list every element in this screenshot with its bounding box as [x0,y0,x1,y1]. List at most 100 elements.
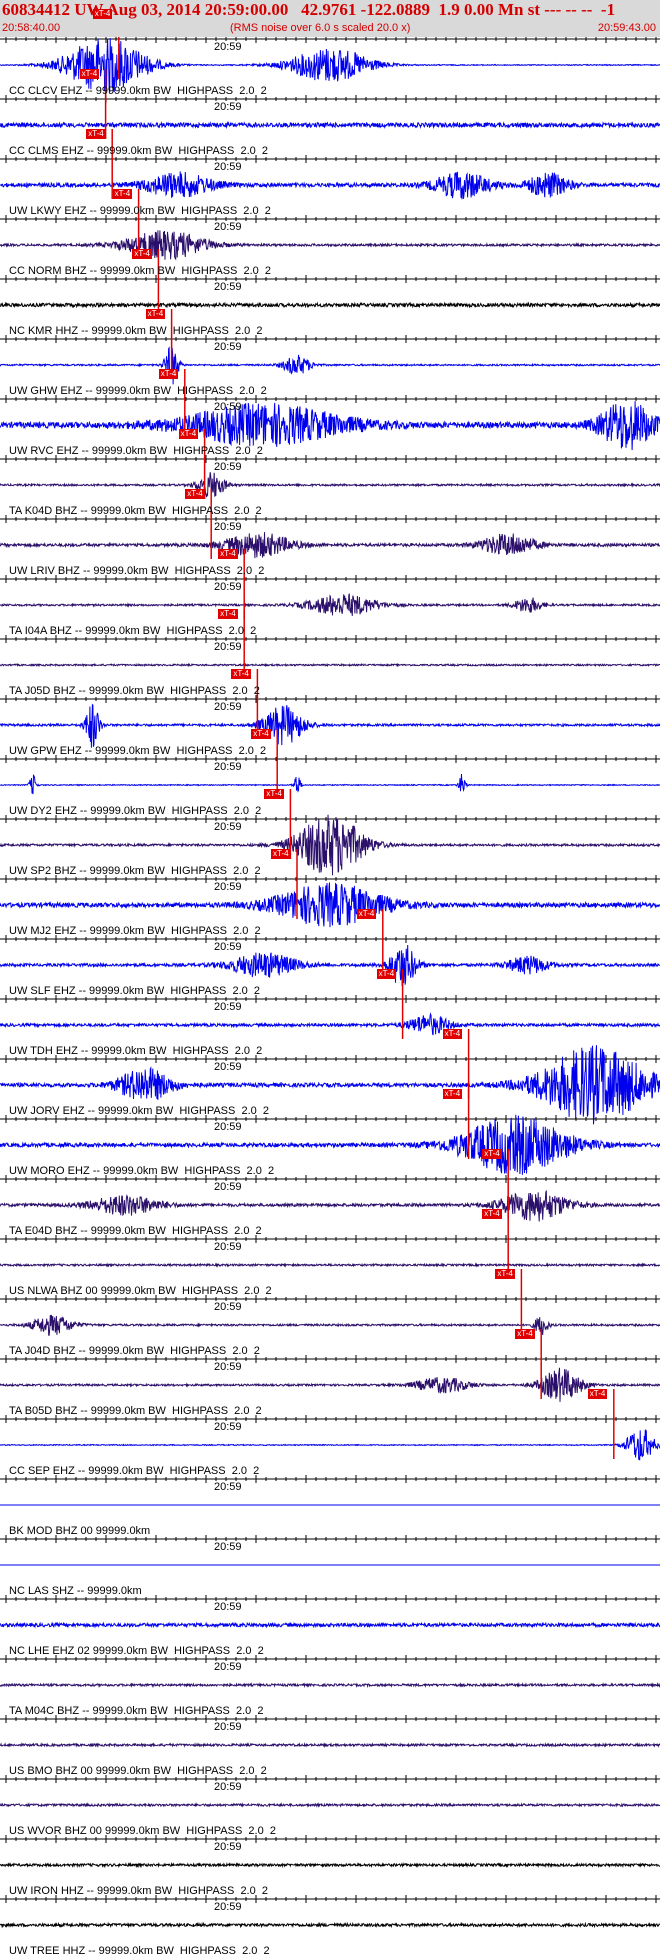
pick-marker: xT-4 [158,369,179,379]
minute-label: 20:59 [214,1241,242,1253]
channel-label: UW SP2 BHZ -- 99999.0km BW HIGHPASS 2.0 … [9,865,261,877]
waveform-trace [0,944,660,987]
waveform-trace [0,703,660,748]
waveform-trace [0,1262,660,1268]
minute-label: 20:59 [214,341,242,353]
pick-marker: xT-4 [145,309,166,319]
channel-label: CC SEP EHZ -- 99999.0km BW HIGHPASS 2.0 … [9,1465,260,1477]
pick-marker: xT-4 [92,9,113,19]
minute-label: 20:59 [214,521,242,533]
waveform-trace [0,1012,660,1036]
pick-marker: xT-4 [185,489,205,499]
channel-label: UW GHW EHZ -- 99999.0km BW HIGHPASS 2.0 … [9,385,267,397]
channel-label: US BMO BHZ 00 99999.0km BW HIGHPASS 2.0 … [9,1765,267,1777]
minute-label: 20:59 [214,161,242,173]
channel-label: UW MORO EHZ -- 99999.0km BW HIGHPASS 2.0… [9,1165,275,1177]
minute-label: 20:59 [214,1601,242,1613]
minute-label: 20:59 [214,1061,242,1073]
minute-label: 20:59 [214,701,242,713]
minute-label: 20:59 [214,941,242,953]
minute-label: 20:59 [214,101,242,113]
waveform-trace [0,1921,660,1929]
pick-marker: xT-4 [271,849,291,859]
minute-label: 20:59 [214,821,242,833]
channel-label: UW LRIV BHZ -- 99999.0km BW HIGHPASS 2.0… [9,565,265,577]
channel-label: CC NORM BHZ -- 99999.0km BW HIGHPASS 2.0… [9,265,272,277]
pick-marker: xT-4 [178,429,199,439]
pick-marker: xT-4 [79,69,100,79]
minute-label: 20:59 [214,1421,242,1433]
minute-label: 20:59 [214,641,242,653]
seismogram-panel: xT-4 20:59 CC CLCV EHZ -- 99999.0km BW HIG… [0,9,660,1958]
waveform-trace [0,593,660,616]
minute-label: 20:59 [214,461,242,473]
pick-marker: xT-4 [376,969,397,979]
channel-label: CC CLMS EHZ -- 99999.0km BW HIGHPASS 2.0… [9,145,268,157]
minute-label: 20:59 [214,1301,242,1313]
channel-label: BK MOD BHZ 00 99999.0km [9,1525,151,1537]
channel-label: UW SLF EHZ -- 99999.0km BW HIGHPASS 2.0 … [9,985,261,997]
minute-label: 20:59 [214,221,242,233]
waveform-trace [0,1861,660,1869]
channel-label: UW RVC EHZ -- 99999.0km BW HIGHPASS 2.0 … [9,445,263,457]
waveform-trace [0,882,660,928]
waveform-trace [0,1429,660,1461]
channel-label: UW TREE HHZ -- 99999.0km BW HIGHPASS 2.0… [9,1945,270,1957]
channel-label: NC LHE EHZ 02 99999.0km BW HIGHPASS 2.0 … [9,1645,264,1657]
channel-label: TA M04C BHZ -- 99999.0km BW HIGHPASS 2.0… [9,1705,264,1717]
pick-marker: xT-4 [218,549,238,559]
channel-label: NC LAS SHZ -- 99999.0km [9,1585,142,1597]
minute-label: 20:59 [214,1481,242,1493]
pick-marker: xT-4 [515,1329,535,1339]
minute-label: 20:59 [214,1841,242,1853]
pick-marker: xT-4 [231,669,251,679]
channel-label: UW DY2 EHZ -- 99999.0km BW HIGHPASS 2.0 … [9,805,262,817]
minute-label: 20:59 [214,41,242,53]
waveform-trace [0,1741,660,1749]
minute-label: 20:59 [214,281,242,293]
minute-label: 20:59 [214,581,242,593]
channel-label: TA J04D BHZ -- 99999.0km BW HIGHPASS 2.0… [9,1345,260,1357]
minute-label: 20:59 [214,1541,242,1553]
channel-label: US WVOR BHZ 00 99999.0km BW HIGHPASS 2.0… [9,1825,276,1837]
minute-label: 20:59 [214,401,242,413]
pick-marker: xT-4 [482,1149,502,1159]
pick-marker: xT-4 [482,1209,502,1219]
pick-marker: xT-4 [442,1029,463,1039]
minute-label: 20:59 [214,881,242,893]
minute-label: 20:59 [214,1721,242,1733]
minute-label: 20:59 [214,761,242,773]
waveform-trace [0,1189,660,1222]
waveform-trace [0,301,660,309]
waveform-trace [0,1314,660,1336]
pick-marker: xT-4 [218,609,238,619]
waveform-trace [0,401,660,451]
channel-label: TA B05D BHZ -- 99999.0km BW HIGHPASS 2.0… [9,1405,262,1417]
waveform-trace [0,171,660,200]
minute-label: 20:59 [214,1781,242,1793]
minute-label: 20:59 [214,1361,242,1373]
waveform-trace [0,230,660,261]
waveform-trace [0,532,660,559]
waveform-trace [0,1681,660,1689]
channel-label: CC CLCV EHZ -- 99999.0km BW HIGHPASS 2.0… [9,85,267,97]
waveform-trace [0,1621,660,1629]
channel-label: UW MJ2 EHZ -- 99999.0km BW HIGHPASS 2.0 … [9,925,261,937]
waveform-trace [0,662,660,668]
channel-label: US NLWA BHZ 00 99999.0km BW HIGHPASS 2.0… [9,1285,272,1297]
channel-label: NC KMR HHZ -- 99999.0km BW HIGHPASS 2.0 … [9,325,263,337]
channel-label: UW LKWY EHZ -- 99999.0km BW HIGHPASS 2.0… [9,205,271,217]
minute-label: 20:59 [214,1181,242,1193]
pick-marker: xT-4 [587,1389,608,1399]
minute-label: 20:59 [214,1001,242,1013]
channel-label: TA J05D BHZ -- 99999.0km BW HIGHPASS 2.0… [9,685,260,697]
end-time: 20:59:43.00 [597,22,656,34]
pick-marker: xT-4 [251,729,271,739]
start-time: 20:58:40.00 [2,22,61,34]
pick-marker: xT-4 [132,249,152,259]
waveform-trace [0,1367,660,1402]
waveform-trace [0,346,660,385]
minute-label: 20:59 [214,1901,242,1913]
minute-label: 20:59 [214,1661,242,1673]
channel-label: UW GPW EHZ -- 99999.0km BW HIGHPASS 2.0 … [9,745,267,757]
